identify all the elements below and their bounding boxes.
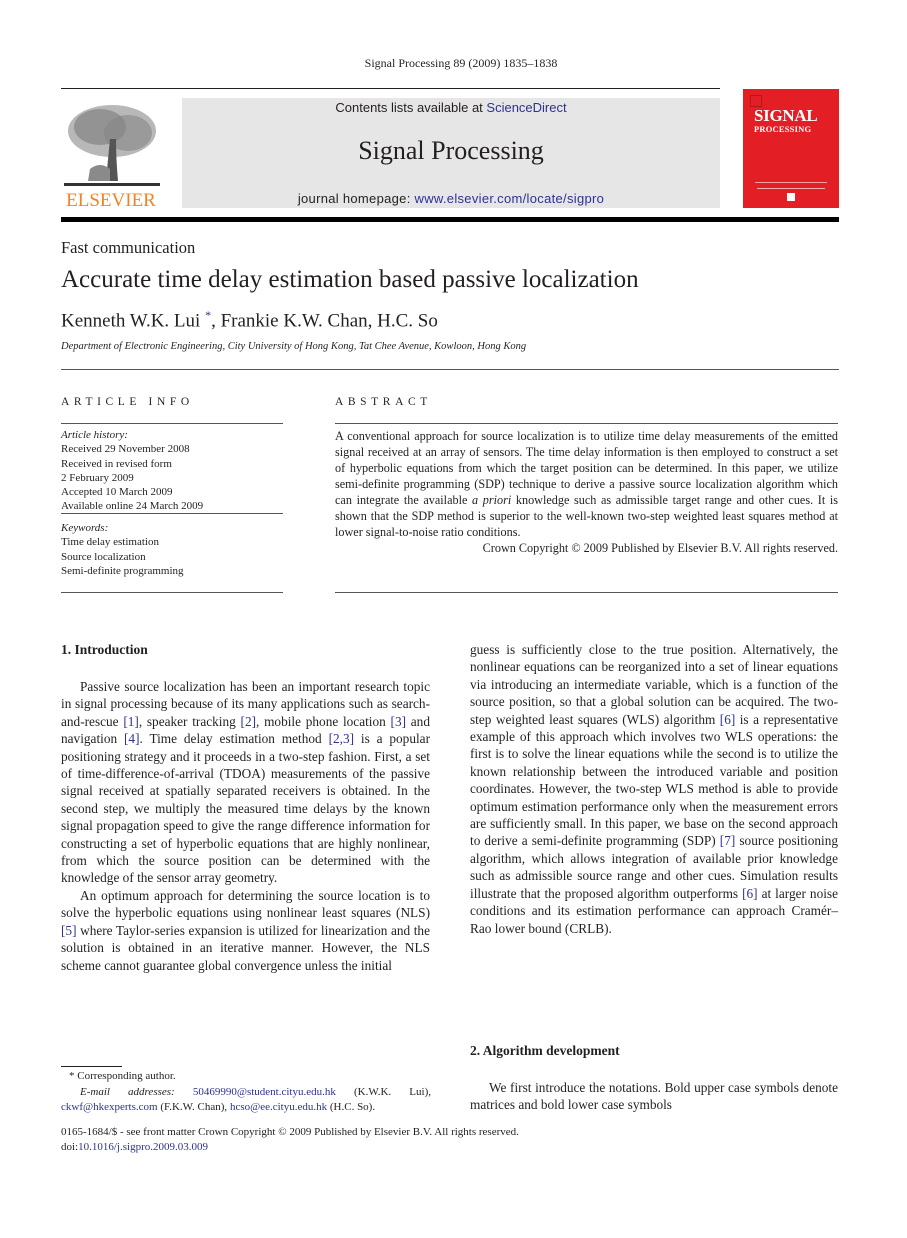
keywords-label: Keywords: — [61, 522, 109, 534]
citation-link[interactable]: [5] — [61, 923, 77, 938]
divider — [61, 513, 283, 514]
doi-line: doi:10.1016/j.sigpro.2009.03.009 — [61, 1141, 208, 1153]
corresponding-author-note: * Corresponding author. — [69, 1070, 176, 1082]
divider — [61, 592, 283, 593]
elsevier-tree-icon: ELSEVIER — [64, 105, 160, 211]
top-rule — [61, 88, 720, 89]
keyword-item: Source localization — [61, 550, 146, 563]
cover-publisher-icon — [787, 193, 795, 201]
footnotes: * Corresponding author. E-mail addresses… — [61, 1069, 431, 1116]
header-rule — [61, 217, 839, 222]
history-item: 2 February 2009 — [61, 471, 134, 484]
paragraph: An optimum approach for determining the … — [61, 887, 430, 973]
issn-copyright-line: 0165-1684/$ - see front matter Crown Cop… — [61, 1126, 519, 1138]
body-column-right-section2: We first introduce the notations. Bold u… — [470, 1079, 838, 1114]
citation-link[interactable]: [6] — [742, 886, 758, 901]
history-item: Accepted 10 March 2009 — [61, 486, 173, 499]
history-item: Available online 24 March 2009 — [61, 500, 204, 513]
homepage-line: journal homepage: www.elsevier.com/locat… — [182, 191, 720, 206]
email-link[interactable]: 50469990@student.cityu.edu.hk — [193, 1086, 336, 1098]
body-column-right: guess is sufficiently close to the true … — [470, 641, 838, 937]
citation-link[interactable]: [4] — [124, 731, 140, 746]
keyword-item: Semi-definite programming — [61, 564, 184, 577]
homepage-link[interactable]: www.elsevier.com/locate/sigpro — [415, 191, 605, 206]
divider — [335, 423, 838, 424]
abstract-copyright: Crown Copyright © 2009 Published by Else… — [482, 541, 838, 555]
abstract-heading: ABSTRACT — [335, 396, 432, 408]
sciencedirect-link[interactable]: ScienceDirect — [486, 100, 566, 115]
article-title: Accurate time delay estimation based pas… — [61, 266, 639, 293]
cover-title-line1: SIGNAL — [754, 106, 818, 125]
citation-link[interactable]: [1] — [123, 714, 139, 729]
article-type: Fast communication — [61, 238, 196, 257]
divider — [61, 369, 839, 370]
paragraph: Passive source localization has been an … — [61, 679, 431, 886]
history-item: Received in revised form — [61, 457, 172, 470]
contents-line: Contents lists available at ScienceDirec… — [182, 100, 720, 115]
email-link[interactable]: hcso@ee.cityu.edu.hk — [230, 1101, 327, 1113]
keyword-item: Time delay estimation — [61, 536, 159, 549]
author-names-rest: , Frankie K.W. Chan, H.C. So — [211, 310, 438, 332]
doi-link[interactable]: 10.1016/j.sigpro.2009.03.009 — [78, 1141, 208, 1153]
journal-banner: Contents lists available at ScienceDirec… — [182, 98, 720, 208]
section-heading-algorithm-development: 2. Algorithm development — [470, 1043, 620, 1058]
cover-divider — [755, 182, 827, 183]
body-column-left: Passive source localization has been an … — [61, 678, 430, 974]
email-link[interactable]: ckwf@hkexperts.com — [61, 1101, 158, 1113]
citation-link[interactable]: [2] — [241, 714, 257, 729]
contents-prefix: Contents lists available at — [335, 100, 487, 115]
affiliation: Department of Electronic Engineering, Ci… — [61, 341, 527, 352]
footnote-rule — [61, 1066, 122, 1067]
citation-link[interactable]: [7] — [720, 833, 736, 848]
paragraph: guess is sufficiently close to the true … — [470, 642, 839, 936]
running-head: Signal Processing 89 (2009) 1835–1838 — [364, 56, 558, 70]
history-item: Received 29 November 2008 — [61, 443, 190, 456]
journal-title: Signal Processing — [358, 136, 544, 165]
citation-link[interactable]: [6] — [720, 712, 736, 727]
abstract-italic-term: a priori — [472, 493, 512, 507]
cover-title-line2: PROCESSING — [754, 124, 812, 134]
homepage-prefix: journal homepage: — [297, 191, 415, 206]
elsevier-logo[interactable]: ELSEVIER — [60, 99, 163, 211]
abstract-body: A conventional approach for source local… — [335, 428, 838, 556]
section-heading-introduction: 1. Introduction — [61, 642, 148, 657]
divider — [335, 592, 838, 593]
history-label: Article history: — [61, 429, 128, 441]
email-line: ckwf@hkexperts.com (F.K.W. Chan), hcso@e… — [61, 1101, 376, 1113]
article-info-heading: ARTICLE INFO — [61, 396, 194, 408]
keywords: Keywords: Time delay estimation Source l… — [61, 521, 283, 578]
email-line: E-mail addresses: 50469990@student.cityu… — [80, 1085, 431, 1098]
article-history: Article history: Received 29 November 20… — [61, 428, 283, 514]
email-label: E-mail addresses: — [80, 1085, 175, 1098]
cover-divider — [757, 188, 825, 189]
journal-cover-thumbnail[interactable]: SIGNAL PROCESSING — [743, 89, 839, 208]
citation-link[interactable]: [3] — [391, 714, 407, 729]
author-list: Kenneth W.K. Lui *, Frankie K.W. Chan, H… — [61, 308, 438, 332]
elsevier-wordmark: ELSEVIER — [66, 190, 156, 209]
author-name[interactable]: Kenneth W.K. Lui — [61, 310, 200, 331]
paragraph: We first introduce the notations. Bold u… — [470, 1080, 838, 1113]
citation-link[interactable]: [2,3] — [329, 731, 354, 746]
divider — [61, 423, 283, 424]
